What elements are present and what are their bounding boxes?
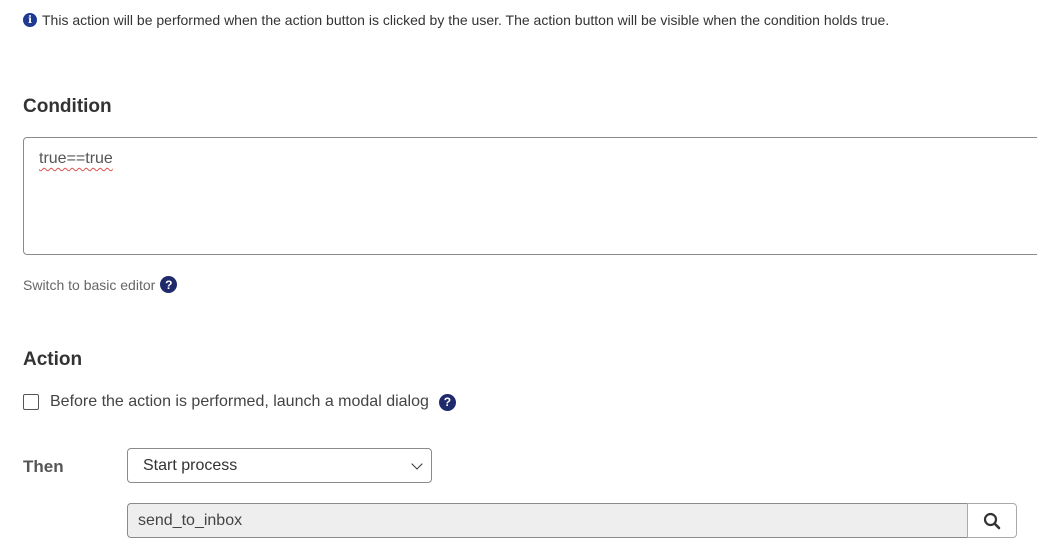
info-icon: i xyxy=(23,13,37,27)
action-title: Action xyxy=(23,349,83,370)
switch-to-basic-editor-link[interactable]: Switch to basic editor xyxy=(23,277,155,293)
help-icon[interactable]: ? xyxy=(438,393,456,411)
search-button[interactable] xyxy=(967,503,1017,538)
info-text: This action will be performed when the a… xyxy=(42,12,890,28)
modal-dialog-checkbox[interactable] xyxy=(23,394,39,410)
modal-dialog-label[interactable]: Before the action is performed, launch a… xyxy=(50,393,429,411)
help-icon[interactable]: ? xyxy=(160,276,178,293)
process-value: send_to_inbox xyxy=(138,511,243,529)
search-icon xyxy=(983,512,1001,529)
modal-dialog-row: Before the action is performed, launch a… xyxy=(23,393,456,411)
info-message: i This action will be performed when the… xyxy=(23,12,889,28)
then-action-select[interactable]: Start process xyxy=(127,448,432,483)
condition-editor[interactable]: true==true xyxy=(23,137,1037,255)
condition-value[interactable]: true==true xyxy=(39,150,113,167)
chevron-down-icon xyxy=(411,457,423,470)
switch-editor-row: Switch to basic editor ? xyxy=(23,276,178,293)
process-input[interactable]: send_to_inbox xyxy=(127,503,968,538)
then-action-selected: Start process xyxy=(143,456,238,474)
then-label: Then xyxy=(23,457,64,476)
condition-title: Condition xyxy=(23,96,112,117)
